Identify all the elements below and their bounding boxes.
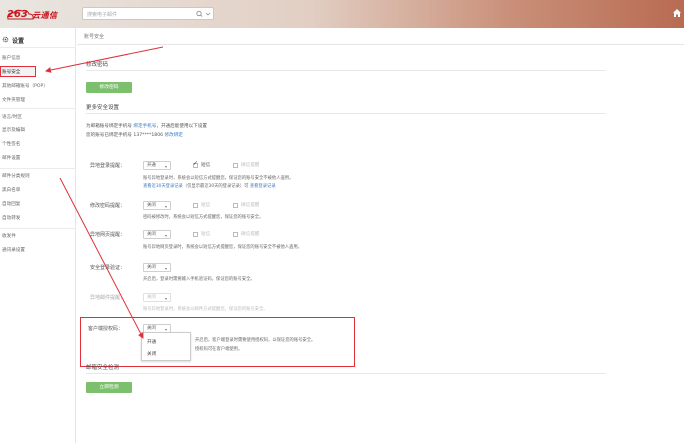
sms-checkbox[interactable] — [193, 160, 198, 168]
bound-phone-info: 您的账号已绑定手机号 137****1806 修改绑定 — [86, 132, 183, 138]
view-record-link[interactable]: 查看登录记录 — [250, 184, 276, 189]
chevron-down-icon: ▾ — [164, 296, 167, 301]
sidebar-item-language[interactable]: 语言/时区 — [0, 112, 76, 123]
main-content: 账号安全 修改密码 修改密码 更多安全设置 为邮箱账号绑定手机号 绑定手机号，开… — [77, 28, 684, 443]
divider — [77, 44, 684, 45]
client-auth-dropdown-menu: 开通 关闭 — [141, 332, 191, 361]
divider — [86, 373, 606, 374]
divider — [0, 108, 76, 109]
sms-label: 短信 — [201, 203, 211, 208]
sidebar-item-rules[interactable]: 邮件分类规则 — [0, 171, 76, 182]
wechat-label: 微信提醒 — [241, 163, 260, 168]
wechat-checkbox[interactable] — [233, 203, 238, 208]
chevron-down-icon: ▾ — [164, 233, 167, 238]
remote-mail-desc: 账号异地登录时，系统会以邮件方式提醒您，保证您的账号安全。 — [143, 307, 268, 312]
sidebar-item-signature[interactable]: 个性签名 — [0, 139, 76, 150]
home-icon[interactable] — [672, 8, 682, 18]
remote-web-alert-select[interactable]: 关闭 ▾ — [143, 230, 171, 239]
remote-login-alert-label: 异地登录提醒： — [90, 163, 126, 169]
password-change-alert-select[interactable]: 关闭 ▾ — [143, 201, 171, 210]
top-header: 263 云通信 搜索电子邮件 — [0, 0, 684, 28]
section-heading-checkup: 邮箱安全检测 — [86, 365, 120, 371]
remote-mail-alert-select[interactable]: 关闭 ▾ — [143, 293, 171, 302]
chevron-down-icon: ▾ — [164, 266, 167, 271]
divider — [0, 228, 76, 229]
dropdown-option-enable[interactable]: 开通 — [147, 339, 156, 345]
run-check-button[interactable]: 立即检测 — [86, 382, 132, 393]
remote-login-desc: 账号异地登录时，系统会以短信方式提醒您，保证您的账号安全不被他人盗用。 — [143, 176, 294, 181]
secure-login-select[interactable]: 关闭 ▾ — [143, 263, 171, 272]
section-heading-password: 修改密码 — [86, 62, 109, 68]
bind-phone-info: 为邮箱账号绑定手机号 绑定手机号，开通后能使用以下设置 — [86, 123, 207, 129]
sidebar-item-folders[interactable]: 文件夹管理 — [0, 95, 76, 106]
divider — [0, 47, 76, 48]
sms-label: 短信 — [201, 232, 211, 237]
client-auth-desc2: 授权码可在客户端使用。 — [195, 347, 243, 352]
client-auth-code-label: 客户端授权码： — [88, 326, 124, 332]
sidebar-item-send-receive[interactable]: 收发件 — [0, 231, 76, 242]
wechat-label: 微信提醒 — [241, 203, 260, 208]
modify-binding-link[interactable]: 修改绑定 — [165, 133, 183, 138]
sidebar-item-account-security[interactable]: 账号安全 — [0, 66, 36, 77]
bind-phone-link[interactable]: 绑定手机号 — [133, 124, 156, 129]
sms-checkbox[interactable] — [193, 203, 198, 208]
search-input[interactable]: 搜索电子邮件 — [82, 7, 214, 20]
divider — [0, 168, 76, 169]
secure-login-desc: 开启后，登录时需要输入手机验证码，保证您的账号安全。 — [143, 277, 255, 282]
chevron-down-icon: ▾ — [164, 204, 167, 209]
password-change-alert-label: 修改密码提醒： — [90, 203, 126, 209]
gear-icon — [2, 36, 9, 43]
sidebar-item-pop[interactable]: 其他邮箱账号（POP） — [0, 81, 76, 92]
logo-number: 263 — [7, 9, 28, 20]
remote-mail-alert-label: 异地邮件提醒： — [90, 295, 126, 301]
search-placeholder: 搜索电子邮件 — [87, 12, 118, 18]
select-value: 开通 — [147, 163, 156, 168]
select-value: 关闭 — [147, 203, 156, 208]
sidebar: 设置 账户信息 账号安全 其他邮箱账号（POP） 文件夹管理 语言/时区 显示及… — [0, 28, 76, 443]
wechat-checkbox[interactable] — [233, 232, 238, 237]
sidebar-item-account-info[interactable]: 账户信息 — [0, 53, 76, 64]
remote-web-desc: 账号异地网页登录时，系统会以短信方式提醒您，保证您的账号安全不被他人盗用。 — [143, 245, 302, 250]
remote-login-alert-select[interactable]: 开通 ▾ — [143, 161, 171, 170]
sidebar-title: 设置 — [12, 38, 25, 45]
client-auth-desc: 开启后，客户端登录时需要使用授权码，以保证您的账号安全。 — [195, 338, 316, 343]
sidebar-item-auto-forward[interactable]: 自动转发 — [0, 213, 76, 224]
sms-checkbox[interactable] — [193, 232, 198, 237]
divider — [86, 113, 606, 114]
sms-label: 短信 — [201, 163, 211, 168]
sidebar-item-auto-reply[interactable]: 自动回复 — [0, 199, 76, 210]
divider — [86, 70, 606, 71]
wechat-checkbox[interactable] — [233, 163, 238, 168]
info-text: 为邮箱账号绑定手机号 — [86, 124, 134, 129]
secure-login-label: 安全登录验证： — [90, 265, 126, 271]
password-change-desc: 密码被修改时，系统会以短信方式提醒您，保证您的账号安全。 — [143, 215, 264, 220]
select-value: 关闭 — [147, 326, 156, 331]
select-value: 关闭 — [147, 265, 156, 270]
select-value: 关闭 — [147, 232, 156, 237]
logo-text: 云通信 — [32, 11, 58, 20]
login-record-link[interactable]: 查看近30天登录记录 — [143, 184, 183, 189]
section-heading-more-security: 更多安全设置 — [86, 105, 120, 111]
chevron-down-icon: ▾ — [164, 164, 167, 169]
sidebar-item-blacklist[interactable]: 黑白名单 — [0, 185, 76, 196]
sidebar-item-mail-settings[interactable]: 邮件设置 — [0, 153, 76, 164]
wechat-label: 微信提醒 — [241, 232, 260, 237]
select-value: 关闭 — [147, 295, 156, 300]
info-text: 您的账号已绑定手机号 137****1806 — [86, 133, 165, 138]
dropdown-option-disable[interactable]: 关闭 — [147, 351, 156, 357]
info-text: （仅显示最近30天的登录记录）可 — [182, 184, 250, 189]
change-password-button[interactable]: 修改密码 — [86, 82, 132, 93]
sidebar-header: 设置 — [0, 32, 76, 46]
sidebar-item-display[interactable]: 显示及编辑 — [0, 125, 76, 136]
search-icon[interactable] — [195, 10, 211, 18]
login-record-info: 查看近30天登录记录（仅显示最近30天的登录记录）可 查看登录记录 — [143, 183, 276, 189]
remote-web-alert-label: 异地网页提醒： — [90, 232, 126, 238]
info-text: ，开通后能使用以下设置 — [156, 124, 207, 129]
sidebar-item-contacts[interactable]: 通讯录设置 — [0, 245, 76, 256]
breadcrumb: 账号安全 — [84, 34, 105, 40]
